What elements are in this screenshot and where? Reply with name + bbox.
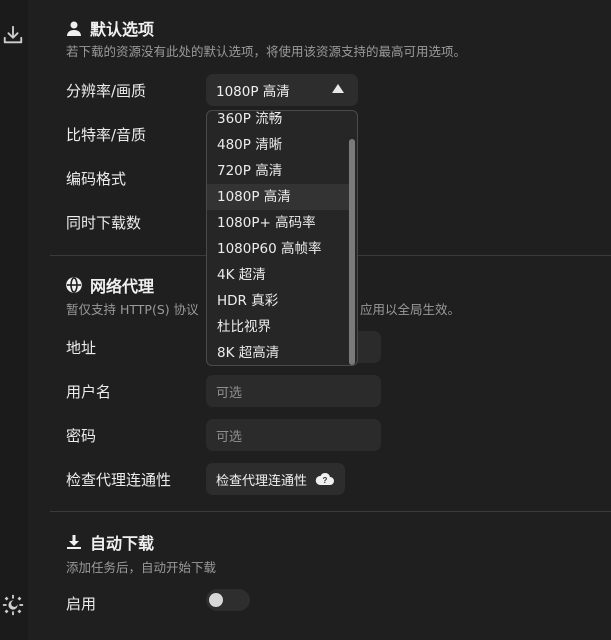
bitrate-label: 比特率/音质 (66, 126, 147, 144)
section-title-proxy: 网络代理 (66, 273, 154, 297)
section-desc-defaults: 若下载的资源没有此处的默认选项，将使用该资源支持的最高可用选项。 (66, 44, 467, 59)
address-label: 地址 (66, 339, 97, 357)
toggle-knob (209, 593, 223, 607)
concurrent-label: 同时下载数 (66, 214, 142, 232)
dropdown-option[interactable]: 8K 超高清 (207, 340, 349, 365)
section-desc-autodownload: 添加任务后，自动开始下载 (66, 560, 217, 575)
check-proxy-label: 检查代理连通性 (66, 471, 172, 489)
dropdown-option[interactable]: 1080P 高清 (207, 184, 349, 210)
dropdown-option[interactable]: HDR 真彩 (207, 288, 349, 314)
dropdown-option[interactable]: 360P 流畅 (207, 111, 349, 132)
theme-settings-icon[interactable] (2, 594, 24, 616)
dropdown-options: 360P 流畅 480P 清晰 720P 高清 1080P 高清 1080P+ 高码率 1… (207, 111, 349, 365)
cloud-question-icon: ? (315, 472, 335, 485)
section-title-text: 网络代理 (90, 277, 155, 296)
section-title-text: 自动下载 (90, 534, 155, 553)
section-desc-proxy-right: 应用以全局生效。 (360, 302, 461, 317)
enable-toggle[interactable] (206, 589, 250, 611)
download-icon[interactable] (2, 24, 24, 46)
dropdown-scrollbar[interactable] (349, 139, 355, 365)
dropdown-option[interactable]: 720P 高清 (207, 158, 349, 184)
download-icon (67, 535, 81, 549)
codec-label: 编码格式 (66, 170, 127, 188)
user-icon (67, 21, 81, 36)
divider (50, 511, 611, 512)
check-proxy-button-label: 检查代理连通性 (216, 473, 308, 489)
section-title-autodownload: 自动下载 (66, 530, 154, 554)
dropdown-option[interactable]: 4K 超清 (207, 262, 349, 288)
enable-label: 启用 (66, 595, 97, 613)
username-label: 用户名 (66, 383, 112, 401)
triangle-up-icon (332, 84, 344, 93)
dropdown-option[interactable]: 1080P60 高帧率 (207, 236, 349, 262)
side-rail (0, 0, 28, 640)
username-input[interactable]: 可选 (206, 375, 381, 407)
svg-text:?: ? (323, 476, 328, 485)
resolution-dropdown: 360P 流畅 480P 清晰 720P 高清 1080P 高清 1080P+ 高码率 1… (206, 110, 358, 366)
section-title-text: 默认选项 (90, 20, 155, 39)
section-desc-proxy-left: 暂仅支持 HTTP(S) 协议 (66, 302, 199, 317)
password-input[interactable]: 可选 (206, 419, 381, 451)
section-title-defaults: 默认选项 (66, 16, 154, 40)
resolution-select[interactable]: 1080P 高清 (206, 74, 358, 106)
dropdown-option[interactable]: 1080P+ 高码率 (207, 210, 349, 236)
password-label: 密码 (66, 427, 97, 445)
globe-icon (66, 277, 82, 293)
dropdown-option[interactable]: 480P 清晰 (207, 132, 349, 158)
dropdown-option[interactable]: 杜比视界 (207, 314, 349, 340)
resolution-label: 分辨率/画质 (66, 82, 147, 100)
resolution-select-value: 1080P 高清 (216, 84, 290, 100)
check-proxy-button[interactable]: 检查代理连通性 ? (206, 463, 346, 495)
